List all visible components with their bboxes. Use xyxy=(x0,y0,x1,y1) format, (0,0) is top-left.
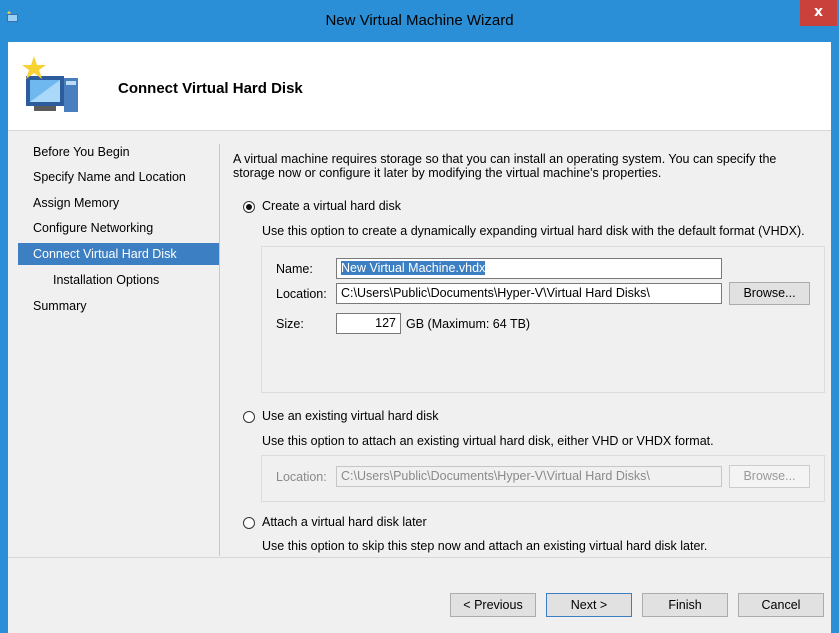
main-panel: A virtual machine requires storage so th… xyxy=(228,131,828,557)
existing-location-label: Location: xyxy=(276,470,327,484)
intro-text-line1: A virtual machine requires storage so th… xyxy=(233,152,777,166)
nav-label: Connect Virtual Hard Disk xyxy=(33,247,177,261)
nav-installation-options[interactable]: Installation Options xyxy=(8,269,220,291)
radio-create-virtual-hard-disk[interactable] xyxy=(243,201,255,213)
nav-label: Configure Networking xyxy=(33,221,154,235)
option-existing-description: Use this option to attach an existing vi… xyxy=(262,434,714,448)
title-bar: New Virtual Machine Wizard x xyxy=(0,0,839,42)
nav-label: Installation Options xyxy=(53,273,160,287)
window-title: New Virtual Machine Wizard xyxy=(325,12,514,29)
name-input-value: New Virtual Machine.vhdx xyxy=(341,261,486,275)
name-label: Name: xyxy=(276,262,313,276)
nav-label: Assign Memory xyxy=(33,196,120,210)
close-icon: x xyxy=(813,4,824,20)
option-later-label[interactable]: Attach a virtual hard disk later xyxy=(262,515,427,529)
radio-use-existing-disk[interactable] xyxy=(243,411,255,423)
wizard-client-area: Connect Virtual Hard Disk Before You Beg… xyxy=(8,42,831,633)
intro-text-line2: storage now or configure it later by mod… xyxy=(233,166,662,180)
page-title: Connect Virtual Hard Disk xyxy=(118,80,303,97)
nav-summary[interactable]: Summary xyxy=(8,295,220,317)
cancel-button[interactable]: Cancel xyxy=(738,593,824,617)
nav-assign-memory[interactable]: Assign Memory xyxy=(8,192,220,214)
footer-divider xyxy=(8,557,831,558)
option-create-description: Use this option to create a dynamically … xyxy=(262,224,805,238)
option-later-description: Use this option to skip this step now an… xyxy=(262,539,708,553)
size-input[interactable]: 127 xyxy=(336,313,401,334)
radio-selected-dot xyxy=(246,204,252,210)
existing-location-input[interactable]: C:\Users\Public\Documents\Hyper-V\Virtua… xyxy=(336,466,722,487)
nav-before-you-begin[interactable]: Before You Begin xyxy=(8,141,220,163)
name-input[interactable]: New Virtual Machine.vhdx xyxy=(336,258,722,279)
nav-divider xyxy=(219,144,220,556)
wizard-steps-nav: Before You Begin Specify Name and Locati… xyxy=(8,131,220,557)
browse-button[interactable]: Browse... xyxy=(729,282,810,305)
location-label: Location: xyxy=(276,287,327,301)
close-button[interactable]: x xyxy=(800,0,837,26)
nav-configure-networking[interactable]: Configure Networking xyxy=(8,217,220,239)
option-create-label[interactable]: Create a virtual hard disk xyxy=(262,199,401,213)
option-existing-label[interactable]: Use an existing virtual hard disk xyxy=(262,409,438,423)
radio-attach-later[interactable] xyxy=(243,517,255,529)
existing-browse-button[interactable]: Browse... xyxy=(729,465,810,488)
new-vm-monitor-icon xyxy=(22,56,78,112)
location-input[interactable]: C:\Users\Public\Documents\Hyper-V\Virtua… xyxy=(336,283,722,304)
size-label: Size: xyxy=(276,317,304,331)
size-unit-text: GB (Maximum: 64 TB) xyxy=(406,317,531,331)
nav-label: Specify Name and Location xyxy=(33,170,186,184)
nav-label: Summary xyxy=(33,299,87,313)
nav-label: Before You Begin xyxy=(33,145,130,159)
nav-specify-name-location[interactable]: Specify Name and Location xyxy=(8,166,220,188)
previous-button[interactable]: < Previous xyxy=(450,593,536,617)
nav-connect-virtual-hard-disk[interactable]: Connect Virtual Hard Disk xyxy=(18,243,219,265)
page-header: Connect Virtual Hard Disk xyxy=(8,42,831,131)
finish-button[interactable]: Finish xyxy=(642,593,728,617)
next-button[interactable]: Next > xyxy=(546,593,632,617)
wizard-window: New Virtual Machine Wizard x Connect Vir… xyxy=(0,0,839,633)
